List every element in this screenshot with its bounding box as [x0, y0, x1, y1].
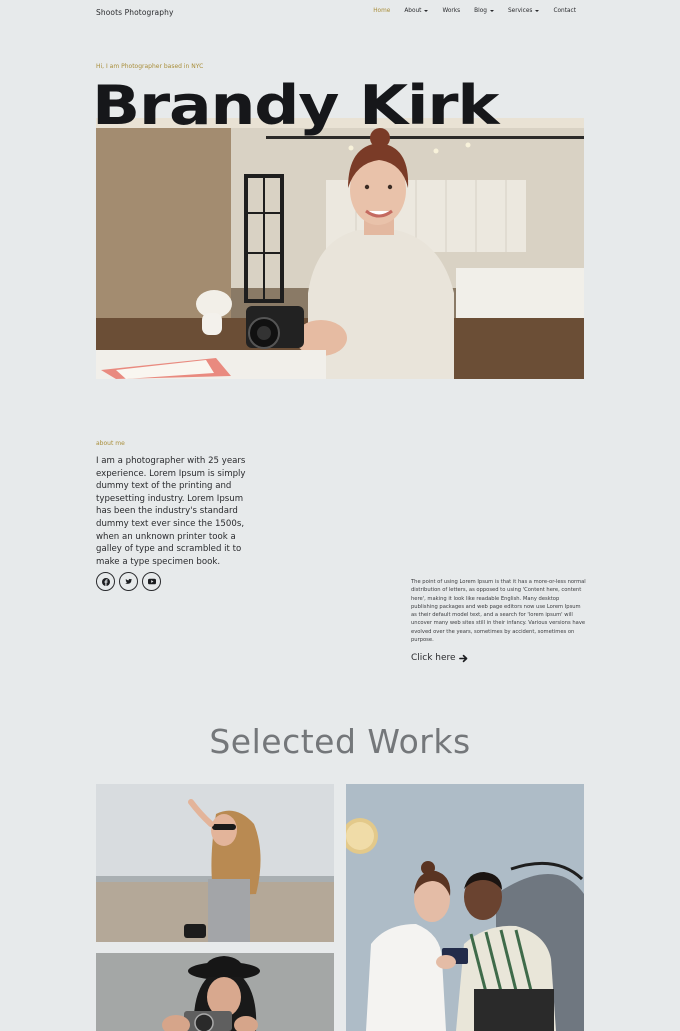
site-header: Shoots Photography Home About Works Blog…	[0, 0, 680, 26]
hero-name: Brandy Kirk	[92, 74, 499, 137]
beach-portrait-image	[96, 784, 334, 942]
social-links	[96, 572, 161, 591]
nav-home-label: Home	[373, 8, 391, 14]
about-text: I am a photographer with 25 years experi…	[96, 456, 246, 567]
nav-services-label: Services	[507, 8, 533, 14]
nav-contact-label: Contact	[553, 8, 576, 14]
arrow-right-icon	[458, 654, 467, 662]
chevron-down-icon	[489, 10, 494, 12]
hero-photo	[96, 118, 584, 379]
nav-works-label: Works	[442, 8, 461, 14]
about-label: about me	[96, 440, 125, 447]
nav-works[interactable]: Works	[442, 8, 460, 14]
brand-logo[interactable]: Shoots Photography	[96, 8, 174, 17]
facebook-button[interactable]	[96, 572, 115, 591]
side-text: The point of using Lorem Ipsum is that i…	[411, 579, 586, 644]
nav-blog[interactable]: Blog	[474, 8, 494, 14]
nav-contact[interactable]: Contact	[553, 8, 576, 14]
nav-about[interactable]: About	[404, 8, 429, 14]
facebook-icon	[101, 577, 110, 586]
nav-blog-label: Blog	[474, 8, 487, 14]
nav-home[interactable]: Home	[373, 8, 390, 14]
work-item-team-review[interactable]	[346, 784, 584, 1031]
twitter-button[interactable]	[119, 572, 138, 591]
work-item-hat-camera[interactable]	[96, 953, 334, 1031]
hat-camera-portrait-image	[96, 953, 334, 1031]
youtube-icon	[147, 578, 156, 585]
chevron-down-icon	[535, 10, 540, 12]
team-review-image	[346, 784, 584, 1031]
chevron-down-icon	[424, 10, 429, 12]
photographer-portrait-image	[96, 118, 584, 379]
work-item-beach-portrait[interactable]	[96, 784, 334, 942]
youtube-button[interactable]	[142, 572, 161, 591]
twitter-icon	[125, 578, 132, 584]
click-here-link[interactable]: Click here	[411, 653, 468, 663]
click-here-label: Click here	[411, 653, 456, 663]
works-title: Selected Works	[209, 722, 471, 761]
main-nav: Home About Works Blog Services Contact	[373, 8, 576, 14]
hero-eyebrow: Hi, I am Photographer based in NYC	[96, 63, 204, 70]
nav-about-label: About	[404, 8, 422, 14]
nav-services[interactable]: Services	[507, 8, 540, 14]
